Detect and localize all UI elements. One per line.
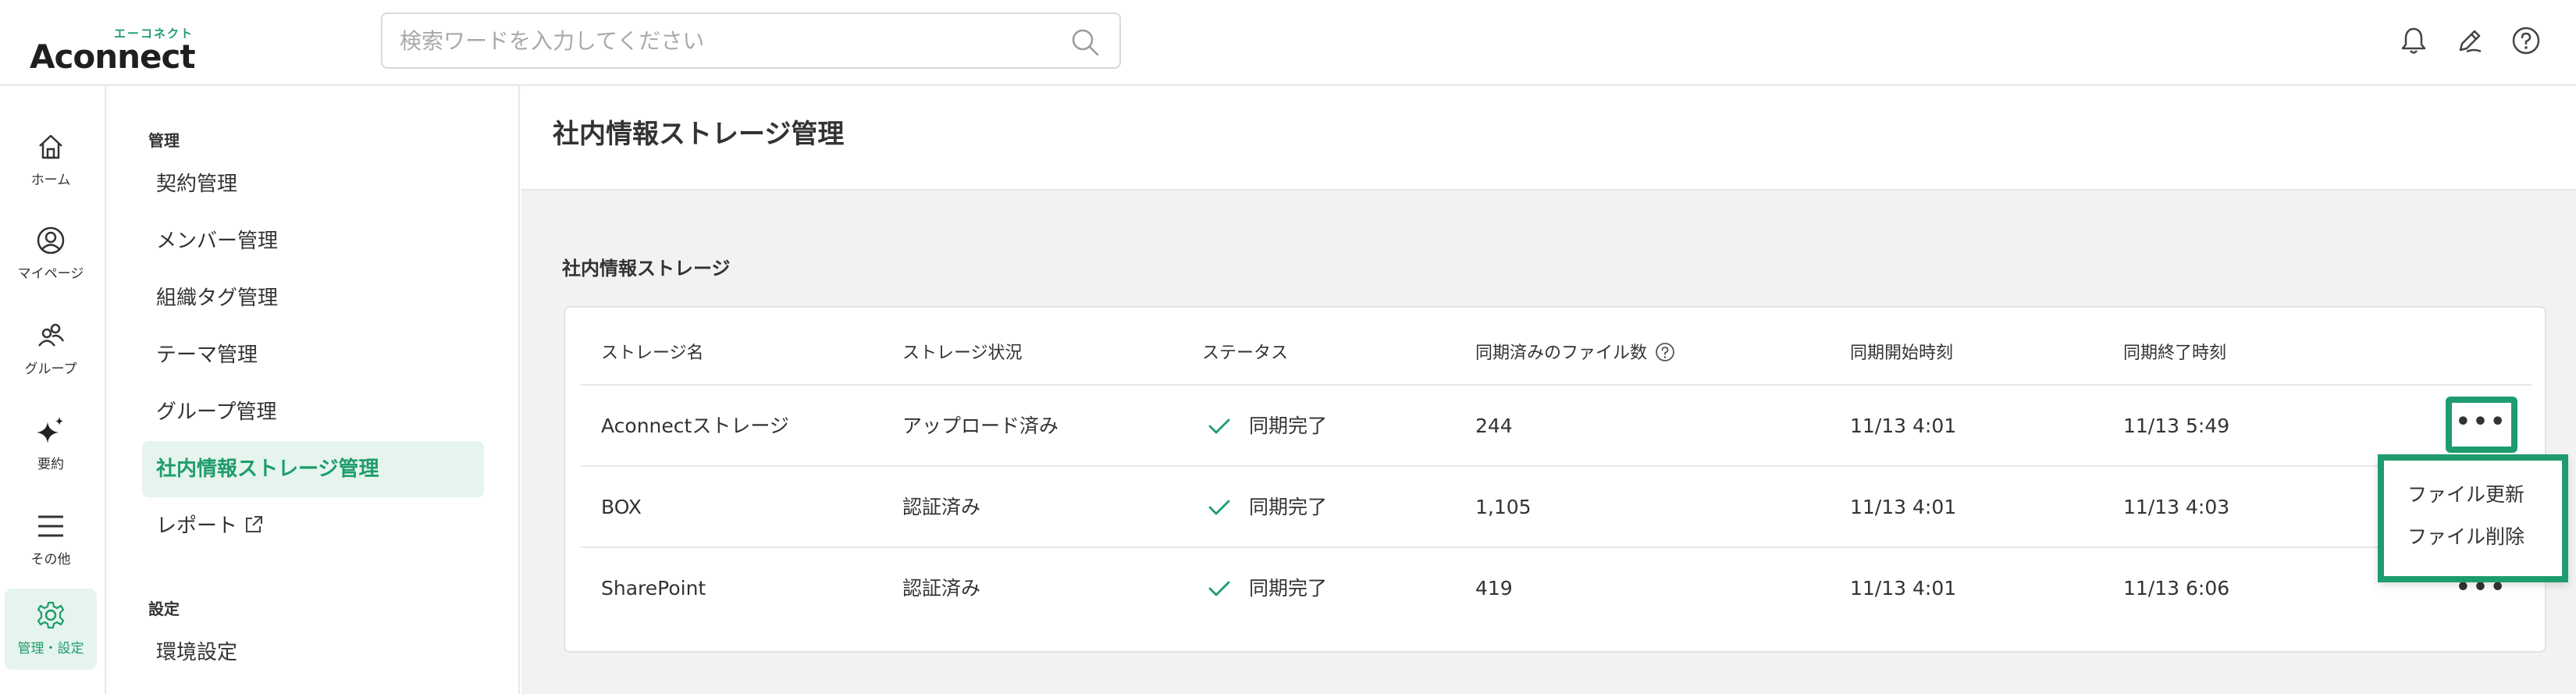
cell-name: Aconnectストレージ [601,415,789,437]
row-context-menu: ファイル更新 ファイル削除 [2378,454,2568,582]
col-header-status: ステータス [1202,343,1289,363]
status-text: 同期完了 [1249,577,1328,600]
cell-start: 11/13 4:01 [1850,415,1957,437]
col-header-state: ストレージ状況 [902,343,1023,363]
col-header-files: 同期済みのファイル数 [1475,339,1675,364]
cell-files: 419 [1475,577,1513,600]
table-row: SharePoint 認証済み 同期完了 419 11/13 4:01 11/1… [565,548,2548,629]
col-header-start: 同期開始時刻 [1850,343,1954,363]
col-header-name: ストレージ名 [601,343,704,363]
rail-label: マイページ [17,266,84,282]
menu-item-delete-files[interactable]: ファイル削除 [2407,521,2524,550]
aconnect-logo[interactable]: エーコネクト Aconnect [30,22,217,76]
cell-files: 1,105 [1475,496,1532,518]
table-row: BOX 認証済み 同期完了 1,105 11/13 4:01 11/13 4:0… [565,467,2548,548]
status-text: 同期完了 [1249,496,1328,518]
cell-end: 11/13 6:06 [2123,577,2230,600]
search-icon[interactable] [1069,27,1101,58]
rail-item-other[interactable]: その他 [5,500,97,581]
subnav-item-themes[interactable]: テーマ管理 [142,327,484,383]
cell-status: 同期完了 [1207,467,1327,548]
row-more-button[interactable]: ••• [2446,397,2517,453]
rail-item-mypage[interactable]: マイページ [5,214,97,295]
top-header: エーコネクト Aconnect [0,0,2576,86]
cell-state: 認証済み [902,577,981,600]
table-row: Aconnectストレージ アップロード済み 同期完了 244 11/13 4:… [565,386,2548,467]
cell-state: アップロード済み [902,415,1059,437]
subnav-item-environment[interactable]: 環境設定 [142,625,484,681]
col-header-end: 同期終了時刻 [2123,343,2227,363]
cell-name: SharePoint [601,577,706,600]
logo-text: Aconnect [30,37,196,76]
subnav-section-settings: 設定 [148,600,180,618]
subnav-item-label: レポート [156,514,238,538]
subnav-item-groups[interactable]: グループ管理 [142,384,484,440]
rail-label: ホーム [30,173,71,188]
page-title: 社内情報ストレージ管理 [553,119,845,150]
page-header: 社内情報ストレージ管理 [521,86,2576,190]
check-icon [1208,581,1230,596]
subnav-item-members[interactable]: メンバー管理 [142,213,484,269]
menu-icon [38,515,63,537]
section-title: 社内情報ストレージ [562,258,731,279]
rail-item-home[interactable]: ホーム [5,120,97,201]
gear-icon [37,601,65,629]
search-input[interactable] [400,25,1040,56]
search-box [381,12,1121,69]
storage-table-card: ストレージ名 ストレージ状況 ステータス 同期済みのファイル数 同期開始時刻 同… [564,306,2546,653]
menu-item-update-files[interactable]: ファイル更新 [2407,479,2524,507]
status-text: 同期完了 [1249,415,1328,437]
cell-start: 11/13 4:01 [1850,496,1957,518]
cell-end: 11/13 5:49 [2123,415,2230,437]
cell-state: 認証済み [902,496,981,518]
subnav-item-contract[interactable]: 契約管理 [142,156,484,212]
pen-icon[interactable] [2454,25,2485,56]
rail-label: グループ [24,361,77,377]
cell-files: 244 [1475,415,1513,437]
main-content: 社内情報ストレージ管理 社内情報ストレージ ストレージ名 ストレージ状況 ステー… [521,86,2576,694]
admin-subnav: 管理 契約管理 メンバー管理 組織タグ管理 テーマ管理 グループ管理 社内情報ス… [108,86,520,694]
rail-item-group[interactable]: グループ [5,309,97,390]
cell-status: 同期完了 [1207,386,1327,467]
external-link-icon [246,516,263,532]
rail-item-admin-settings[interactable]: 管理・設定 [5,589,97,670]
col-header-files-label: 同期済みのファイル数 [1475,343,1648,363]
rail-label: 要約 [37,457,64,472]
rail-label: その他 [30,552,71,568]
rail-label: 管理・設定 [17,641,84,657]
check-icon [1208,418,1230,434]
subnav-item-report[interactable]: レポート [142,498,484,554]
subnav-item-org-tags[interactable]: 組織タグ管理 [142,270,484,326]
home-icon [39,134,62,159]
bell-icon[interactable] [2398,25,2429,56]
subnav-item-storage[interactable]: 社内情報ストレージ管理 [142,441,484,497]
cell-end: 11/13 4:03 [2123,496,2230,518]
user-icon [37,226,65,254]
rail-item-summary[interactable]: 要約 [5,404,97,486]
help-circle-icon[interactable] [1655,342,1675,362]
subnav-section-admin: 管理 [148,131,180,150]
cell-status: 同期完了 [1207,548,1327,629]
group-icon [38,323,65,347]
cell-name: BOX [601,496,642,518]
check-icon [1208,500,1230,515]
sparkle-icon [37,417,63,443]
icon-rail: ホーム マイページ グループ 要約 その他 管理・設定 [0,86,106,694]
help-icon[interactable] [2510,25,2542,56]
cell-start: 11/13 4:01 [1850,577,1957,600]
